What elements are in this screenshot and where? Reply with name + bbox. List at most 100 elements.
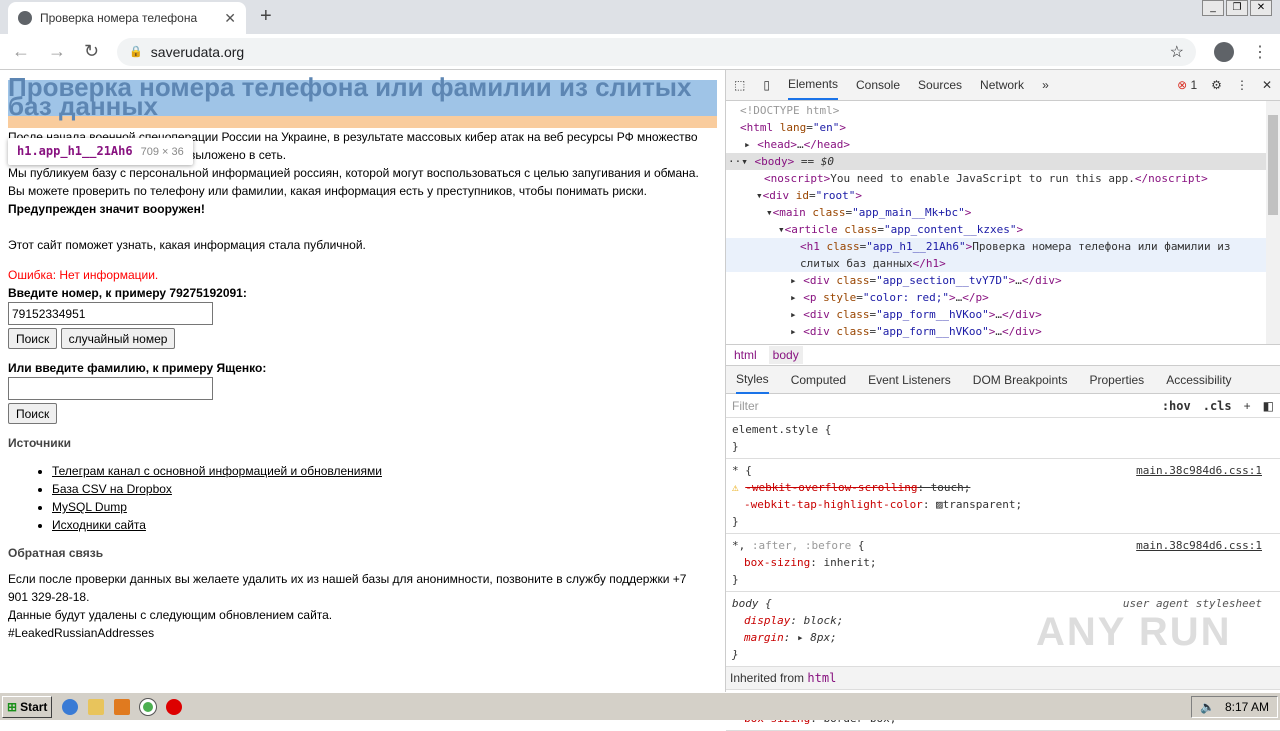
dom-form[interactable]: ▸ <div class="app_form__hVKoo">…</div> [726, 323, 1280, 340]
tab-styles[interactable]: Styles [736, 366, 769, 394]
tab-accessibility[interactable]: Accessibility [1166, 373, 1231, 387]
error-message: Ошибка: Нет информации. [8, 268, 159, 282]
dom-head[interactable]: ▸ <head>…</head> [726, 136, 1280, 153]
add-rule-icon[interactable]: + [1244, 399, 1251, 413]
rule-element-style[interactable]: element.style {} [726, 418, 1280, 459]
browser-toolbar: ← → ↻ 🔒 saverudata.org ☆ ⋮ [0, 34, 1280, 70]
tab-computed[interactable]: Computed [791, 373, 846, 387]
source-link-dropbox[interactable]: База CSV на Dropbox [52, 482, 172, 496]
maximize-button[interactable]: ❐ [1226, 0, 1248, 16]
tab-network[interactable]: Network [980, 78, 1024, 92]
tab-properties[interactable]: Properties [1089, 373, 1144, 387]
dom-root-div[interactable]: ▾<div id="root"> [726, 187, 1280, 204]
close-devtools-icon[interactable]: ✕ [1262, 78, 1272, 92]
tab-sources[interactable]: Sources [918, 78, 962, 92]
tooltip-size: 709 × 36 [140, 146, 184, 158]
bookmark-star-icon[interactable]: ☆ [1170, 42, 1184, 62]
dom-noscript[interactable]: <noscript>You need to enable JavaScript … [726, 170, 1280, 187]
dom-scrollbar[interactable] [1266, 101, 1280, 344]
anyrun-watermark: ANY RUN [1036, 610, 1232, 654]
surname-label: Или введите фамилию, к примеру Ященко: [8, 361, 267, 375]
source-link-mysql[interactable]: MySQL Dump [52, 500, 127, 514]
ie-icon[interactable] [62, 698, 79, 715]
forward-icon[interactable]: → [48, 41, 66, 62]
dom-body[interactable]: ··▾ <body> == $0 [726, 153, 1280, 170]
tab-event-listeners[interactable]: Event Listeners [868, 373, 951, 387]
surname-search-button[interactable]: Поиск [8, 403, 58, 424]
tab-elements[interactable]: Elements [787, 70, 838, 100]
rule-universal[interactable]: * {main.38c984d6.css:1 ⚠ -webkit-overflow… [726, 459, 1280, 534]
inherited-from: Inherited from html [726, 667, 1280, 690]
source-link-telegram[interactable]: Телеграм канал с основной информацией и … [52, 464, 382, 478]
dom-doctype[interactable]: <!DOCTYPE html> [726, 102, 1280, 119]
dom-article[interactable]: ▾<article class="app_content__kzxes"> [726, 221, 1280, 238]
dom-h1[interactable]: <h1 class="app_h1__21Ah6">Проверка номер… [726, 238, 1280, 272]
warning-text: Предупрежден значит вооружен! [8, 202, 205, 216]
intro-p4: Этот сайт поможет узнать, какая информац… [8, 238, 366, 252]
crumb-body[interactable]: body [768, 346, 803, 364]
profile-avatar-icon[interactable] [1214, 41, 1234, 62]
start-button[interactable]: ⊞ Start [2, 695, 53, 718]
error-icon: ⊗ [1177, 78, 1188, 92]
address-bar[interactable]: 🔒 saverudata.org ☆ [117, 37, 1196, 66]
system-tray: 🔈 8:17 AM [1191, 695, 1278, 718]
hov-button[interactable]: :hov [1162, 399, 1191, 413]
dom-section[interactable]: ▸ <div class="app_section__tvY7D">…</div… [726, 272, 1280, 289]
styles-filter-input[interactable]: Filter [732, 399, 1150, 413]
close-window-button[interactable]: ✕ [1250, 0, 1272, 16]
windows-logo-icon: ⊞ [7, 699, 18, 714]
cls-button[interactable]: .cls [1203, 399, 1232, 413]
phone-search-button[interactable]: Поиск [8, 328, 58, 349]
source-link-code[interactable]: Исходники сайта [52, 518, 146, 532]
inspect-tooltip: h1.app_h1__21Ah6 709 × 36 [8, 138, 193, 165]
tab-dom-breakpoints[interactable]: DOM Breakpoints [973, 373, 1068, 387]
reload-icon[interactable]: ↻ [84, 41, 99, 62]
settings-gear-icon[interactable]: ⚙ [1211, 78, 1222, 92]
close-tab-icon[interactable]: ✕ [224, 10, 236, 27]
rule-box-sizing[interactable]: *, :after, :before {main.38c984d6.css:1 b… [726, 534, 1280, 592]
explorer-icon[interactable] [88, 698, 105, 715]
random-number-button[interactable]: случайный номер [60, 328, 176, 349]
dom-tree: <!DOCTYPE html> <html lang="en"> ▸ <head… [726, 101, 1280, 344]
clock[interactable]: 8:17 AM [1225, 700, 1269, 714]
more-tabs-icon[interactable]: » [1042, 78, 1049, 92]
window-controls: _ ❐ ✕ [1202, 0, 1272, 16]
tab-title: Проверка номера телефона [40, 11, 198, 25]
surname-input[interactable] [8, 377, 213, 400]
lock-icon: 🔒 [129, 46, 143, 58]
page-title: Проверка номера телефона или фамилии из … [8, 72, 692, 121]
tab-strip: Проверка номера телефона ✕ + _ ❐ ✕ [0, 0, 1280, 34]
dom-form[interactable]: ▸ <div class="app_form__hVKoo">…</div> [726, 306, 1280, 323]
chrome-icon[interactable] [139, 697, 158, 716]
styles-pane: element.style {} * {main.38c984d6.css:1 ⚠… [726, 418, 1280, 731]
inspect-element-icon[interactable]: ⬚ [734, 78, 745, 92]
tab-console[interactable]: Console [856, 78, 900, 92]
minimize-button[interactable]: _ [1202, 0, 1224, 16]
toggle-sidebar-icon[interactable]: ◧ [1263, 399, 1274, 413]
back-icon[interactable]: ← [12, 41, 30, 62]
styles-subtabs: Styles Computed Event Listeners DOM Brea… [726, 366, 1280, 394]
dom-p-red[interactable]: ▸ <p style="color: red;">…</p> [726, 289, 1280, 306]
menu-icon[interactable]: ⋮ [1252, 42, 1268, 62]
device-toolbar-icon[interactable]: ▯ [763, 78, 770, 92]
media-player-icon[interactable] [114, 698, 131, 715]
new-tab-button[interactable]: + [260, 5, 272, 28]
stop-icon[interactable] [166, 698, 183, 715]
crumb-html[interactable]: html [734, 348, 757, 362]
dom-html[interactable]: <html lang="en"> [726, 119, 1280, 136]
h1-highlight: Проверка номера телефона или фамилии из … [8, 72, 717, 128]
devtools-panel: ⬚ ▯ Elements Console Sources Network » ⊗… [725, 70, 1280, 731]
feedback-p1: Если после проверки данных вы желаете уд… [8, 572, 687, 586]
web-page: Проверка номера телефона или фамилии из … [0, 70, 725, 692]
feedback-p2: Данные будут удалены с следующим обновле… [8, 608, 333, 622]
error-count: 1 [1190, 78, 1198, 92]
tooltip-selector: h1.app_h1__21Ah6 [17, 144, 133, 158]
browser-tab[interactable]: Проверка номера телефона ✕ [8, 2, 246, 34]
sources-title: Источники [8, 436, 72, 450]
speaker-icon[interactable]: 🔈 [1200, 700, 1215, 714]
phone-input[interactable] [8, 302, 213, 325]
devtools-menu-icon[interactable]: ⋮ [1236, 78, 1248, 92]
dom-main[interactable]: ▾<main class="app_main__Mk+bc"> [726, 204, 1280, 221]
taskbar: ⊞ Start 🔈 8:17 AM [0, 692, 1280, 720]
error-badge[interactable]: ⊗ 1 [1177, 78, 1197, 92]
